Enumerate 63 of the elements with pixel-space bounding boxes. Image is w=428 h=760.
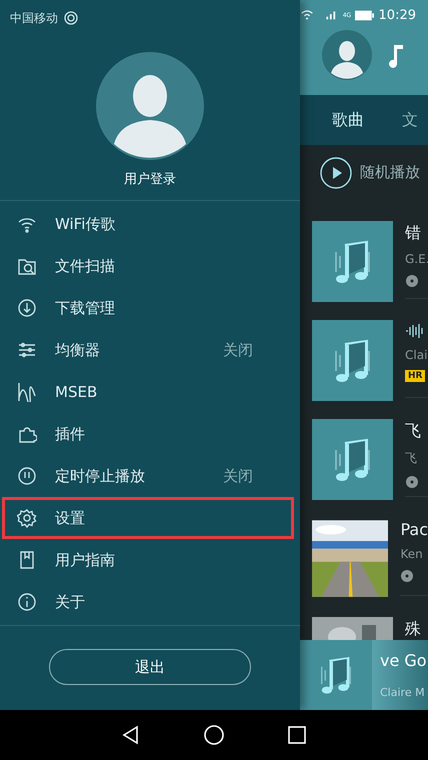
menu-item[interactable]: 插件: [2, 413, 294, 455]
music-note-icon: [388, 42, 404, 68]
play-icon[interactable]: [320, 156, 352, 188]
menu-label: 插件: [55, 424, 86, 444]
menu-item[interactable]: 文件扫描: [2, 245, 294, 287]
battery-icon: [355, 10, 375, 20]
song-title: 飞: [405, 421, 422, 442]
home-icon[interactable]: [202, 724, 225, 746]
tab[interactable]: 歌曲: [332, 110, 364, 130]
tab[interactable]: 文: [402, 110, 418, 130]
song-row[interactable]: 错 G.E.: [300, 200, 428, 299]
avatar[interactable]: [322, 30, 372, 80]
menu-item[interactable]: 设置: [2, 497, 294, 539]
menu-label: 设置: [55, 508, 86, 528]
menu-item[interactable]: WiFi传歌: [2, 203, 294, 245]
menu-label: 用户指南: [55, 550, 116, 570]
song-artist: G.E.: [405, 252, 428, 266]
menu-label: 定时停止播放: [55, 466, 146, 486]
menu-item[interactable]: MSEB: [2, 371, 294, 413]
shuffle-play-link[interactable]: 随机播放: [360, 163, 420, 182]
song-row[interactable]: Pac Ken: [300, 497, 428, 596]
menu-label: 关于: [55, 592, 86, 612]
song-title: Pac: [400, 520, 428, 539]
logout-button[interactable]: 退出: [49, 649, 251, 685]
disc-icon: [405, 274, 419, 288]
menu-item[interactable]: 用户指南: [2, 539, 294, 581]
waveform-icon: [17, 382, 37, 402]
disc-icon: [400, 569, 414, 583]
menu-label: 下载管理: [55, 298, 116, 318]
menu-item[interactable]: 下载管理: [2, 287, 294, 329]
settings-icon: [17, 508, 37, 528]
hi-res-tag: HR: [405, 370, 426, 382]
track-artist: Claire M: [380, 686, 426, 699]
mini-player[interactable]: ve Go Claire M: [300, 640, 428, 710]
menu-label: 文件扫描: [55, 256, 116, 276]
song-row[interactable]: 飞 飞: [300, 398, 428, 497]
clock: 10:29: [378, 8, 416, 22]
timer-icon: [17, 466, 37, 486]
song-artist: Ken: [400, 547, 424, 561]
disc-icon: [405, 475, 419, 489]
avatar[interactable]: [96, 52, 204, 160]
track-title: ve Go: [380, 651, 428, 670]
hotspot-icon: [64, 11, 78, 25]
carrier-name: 中国移动: [10, 10, 58, 26]
song-row[interactable]: Clai HR: [300, 299, 428, 398]
login-link[interactable]: 用户登录: [124, 170, 176, 188]
sliders-icon: [17, 340, 37, 360]
song-title: 错: [405, 223, 422, 244]
menu-item[interactable]: 关于: [2, 581, 294, 623]
menu-label: WiFi传歌: [55, 214, 116, 234]
song-artist: 飞: [405, 450, 418, 467]
song-title: 殊: [405, 619, 422, 640]
download-icon: [17, 298, 37, 318]
menu-value: 关闭: [223, 466, 253, 486]
song-artist: Clai: [405, 348, 428, 362]
recents-icon[interactable]: [286, 724, 308, 746]
menu-value: 关闭: [223, 340, 253, 360]
menu-item[interactable]: 均衡器 关闭: [2, 329, 294, 371]
menu-item[interactable]: 定时停止播放 关闭: [2, 455, 294, 497]
menu-label: MSEB: [55, 383, 98, 401]
waveform-icon: [405, 322, 423, 340]
info-icon: [17, 592, 37, 612]
menu-label: 均衡器: [55, 340, 101, 360]
